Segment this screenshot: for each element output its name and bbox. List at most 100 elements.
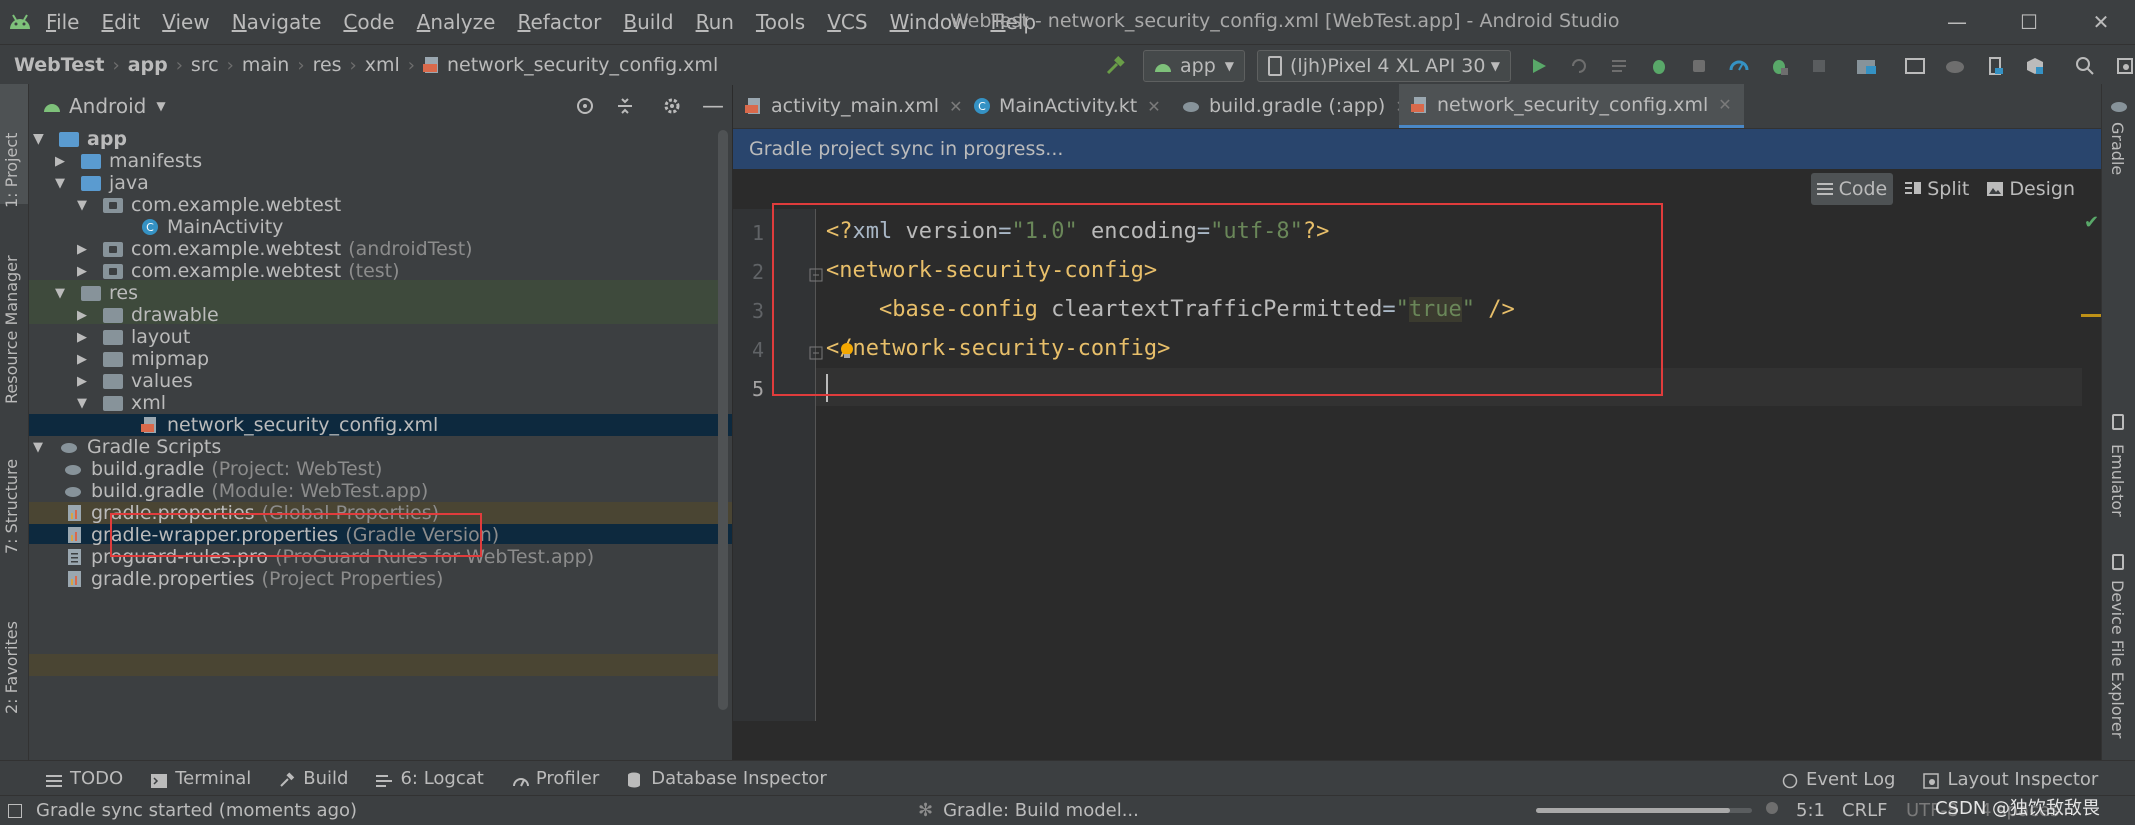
tab-device-file-explorer[interactable]: Device File Explorer <box>2108 580 2127 738</box>
tree-item-build-gradle-project[interactable]: build.gradle (Project: WebTest) <box>29 458 732 480</box>
project-scrollbar[interactable] <box>718 130 728 710</box>
status-message[interactable]: Gradle sync started (moments ago) <box>36 800 357 821</box>
database-inspector-label: Database Inspector <box>651 768 827 789</box>
minimize-button[interactable]: — <box>1932 6 1982 38</box>
tree-item-layout[interactable]: ▶ layout <box>29 326 732 348</box>
tab-gradle[interactable]: Gradle <box>2108 122 2127 175</box>
tab-network-security-config[interactable]: network_security_config.xml ✕ <box>1399 84 1744 128</box>
gradle-icon[interactable] <box>1941 52 1969 80</box>
profile-icon[interactable] <box>1725 52 1753 80</box>
tab-mainactivity[interactable]: C MainActivity.kt ✕ <box>961 84 1173 128</box>
menu-analyze[interactable]: Analyze <box>417 10 496 34</box>
tree-item-package[interactable]: ▼ com.example.webtest <box>29 194 732 216</box>
build-button[interactable]: Build <box>279 768 348 789</box>
menu-vcs[interactable]: VCS <box>827 10 867 34</box>
menu-run[interactable]: Run <box>696 10 734 34</box>
tab-resource-manager[interactable]: Resource Manager <box>2 244 26 404</box>
event-log-button[interactable]: Event Log <box>1782 769 1895 790</box>
attach-debugger-icon[interactable] <box>1685 52 1713 80</box>
project-tree: ▼ app ▶ manifests ▼ java ▼ com.example.w… <box>29 128 732 760</box>
tree-item-gradle-properties-project[interactable]: gradle.properties (Project Properties) <box>29 568 732 590</box>
tree-item-package-androidtest[interactable]: ▶ com.example.webtest (androidTest) <box>29 238 732 260</box>
todo-button[interactable]: TODO <box>46 768 123 789</box>
breadcrumb-item[interactable]: app <box>128 54 168 76</box>
tree-item-res[interactable]: ▼ res <box>29 282 732 304</box>
maximize-button[interactable]: ☐ <box>2004 6 2054 38</box>
layout-inspector-icon[interactable] <box>2111 52 2135 80</box>
tab-emulator[interactable]: Emulator <box>2108 444 2127 517</box>
tree-item-gradle-scripts[interactable]: ▼ Gradle Scripts <box>29 436 732 458</box>
tab-favorites[interactable]: 2: Favorites <box>2 604 26 714</box>
design-view-button[interactable]: Design <box>1981 173 2081 205</box>
breadcrumb-item[interactable]: main <box>242 54 289 76</box>
breadcrumb-item[interactable]: xml <box>365 54 400 76</box>
menu-edit[interactable]: Edit <box>101 10 140 34</box>
breadcrumb-item[interactable]: src <box>191 54 219 76</box>
warning-marker[interactable] <box>2081 314 2101 317</box>
avd-manager-icon[interactable] <box>1901 52 1929 80</box>
tree-item-build-gradle-module[interactable]: build.gradle (Module: WebTest.app) <box>29 480 732 502</box>
sync-banner: Gradle project sync in progress... <box>733 129 2101 169</box>
sdk-manager-icon[interactable] <box>2021 52 2049 80</box>
profiler-button[interactable]: Profiler <box>512 768 599 789</box>
terminal-button[interactable]: Terminal <box>151 768 251 789</box>
split-view-button[interactable]: Split <box>1899 173 1975 205</box>
tree-item-xml[interactable]: ▼ xml <box>29 392 732 414</box>
search-icon[interactable] <box>2071 52 2099 80</box>
close-icon[interactable]: ✕ <box>1147 97 1160 116</box>
tree-item-extra: (Module: WebTest.app) <box>211 480 429 502</box>
close-icon[interactable]: ✕ <box>1718 95 1731 114</box>
tree-item-java[interactable]: ▼ java <box>29 172 732 194</box>
debug-icon[interactable] <box>1645 52 1673 80</box>
close-button[interactable]: ✕ <box>2076 6 2126 38</box>
layout-inspector-button[interactable]: Layout Inspector <box>1923 769 2098 790</box>
tree-item-drawable[interactable]: ▶ drawable <box>29 304 732 326</box>
tree-item-manifests[interactable]: ▶ manifests <box>29 150 732 172</box>
cancel-task-icon[interactable] <box>1766 802 1778 814</box>
split-icon <box>1905 181 1922 197</box>
run-config-select[interactable]: app ▼ <box>1143 50 1245 82</box>
sync-project-icon[interactable] <box>1853 52 1881 80</box>
apply-code-changes-icon[interactable] <box>1605 52 1633 80</box>
menu-file[interactable]: File <box>46 10 79 34</box>
device-manager-icon[interactable] <box>1981 52 2009 80</box>
menu-tools[interactable]: Tools <box>756 10 805 34</box>
chevron-down-icon: ▼ <box>55 175 65 191</box>
tree-item-mipmap[interactable]: ▶ mipmap <box>29 348 732 370</box>
tab-build-gradle[interactable]: build.gradle (:app) ✕ <box>1169 84 1421 128</box>
code-view-button[interactable]: Code <box>1810 173 1894 205</box>
progress-bar[interactable] <box>1536 808 1752 813</box>
tree-item-package-test[interactable]: ▶ com.example.webtest (test) <box>29 260 732 282</box>
background-task-label[interactable]: Gradle: Build model... <box>943 800 1139 821</box>
breadcrumb-item[interactable]: WebTest <box>14 54 104 76</box>
tab-project[interactable]: 1: Project <box>2 98 26 208</box>
menu-view[interactable]: View <box>162 10 209 34</box>
database-inspector-button[interactable]: Database Inspector <box>627 768 827 789</box>
tree-item-mainactivity[interactable]: C MainActivity <box>29 216 732 238</box>
caret-position[interactable]: 5:1 <box>1796 800 1825 821</box>
line-ending[interactable]: CRLF <box>1842 800 1887 821</box>
breadcrumb-item[interactable]: network_security_config.xml <box>447 54 718 76</box>
tree-item-values[interactable]: ▶ values <box>29 370 732 392</box>
folder-icon <box>103 351 123 367</box>
tree-item-app[interactable]: ▼ app <box>29 128 732 150</box>
tab-activity-main[interactable]: activity_main.xml ✕ <box>733 84 974 128</box>
svg-text:C: C <box>146 221 154 234</box>
menu-build[interactable]: Build <box>623 10 673 34</box>
run-icon[interactable] <box>1525 52 1553 80</box>
tree-item-network-security-config[interactable]: network_security_config.xml <box>29 414 732 436</box>
menu-code[interactable]: Code <box>343 10 394 34</box>
logcat-button[interactable]: 6: Logcat <box>376 768 484 789</box>
tab-structure[interactable]: 7: Structure <box>2 444 26 554</box>
status-toggle-icon[interactable] <box>8 803 22 818</box>
event-log-label: Event Log <box>1806 769 1896 790</box>
menu-refactor[interactable]: Refactor <box>517 10 601 34</box>
apply-changes-icon[interactable] <box>1565 52 1593 80</box>
menu-navigate[interactable]: Navigate <box>232 10 322 34</box>
chevron-right-icon: › <box>112 54 120 76</box>
hammer-icon[interactable] <box>1101 52 1129 80</box>
stop-icon[interactable] <box>1805 52 1833 80</box>
breadcrumb-item[interactable]: res <box>313 54 342 76</box>
device-select[interactable]: (ljh)Pixel 4 XL API 30 ▼ <box>1257 50 1511 82</box>
run-with-coverage-icon[interactable] <box>1765 52 1793 80</box>
